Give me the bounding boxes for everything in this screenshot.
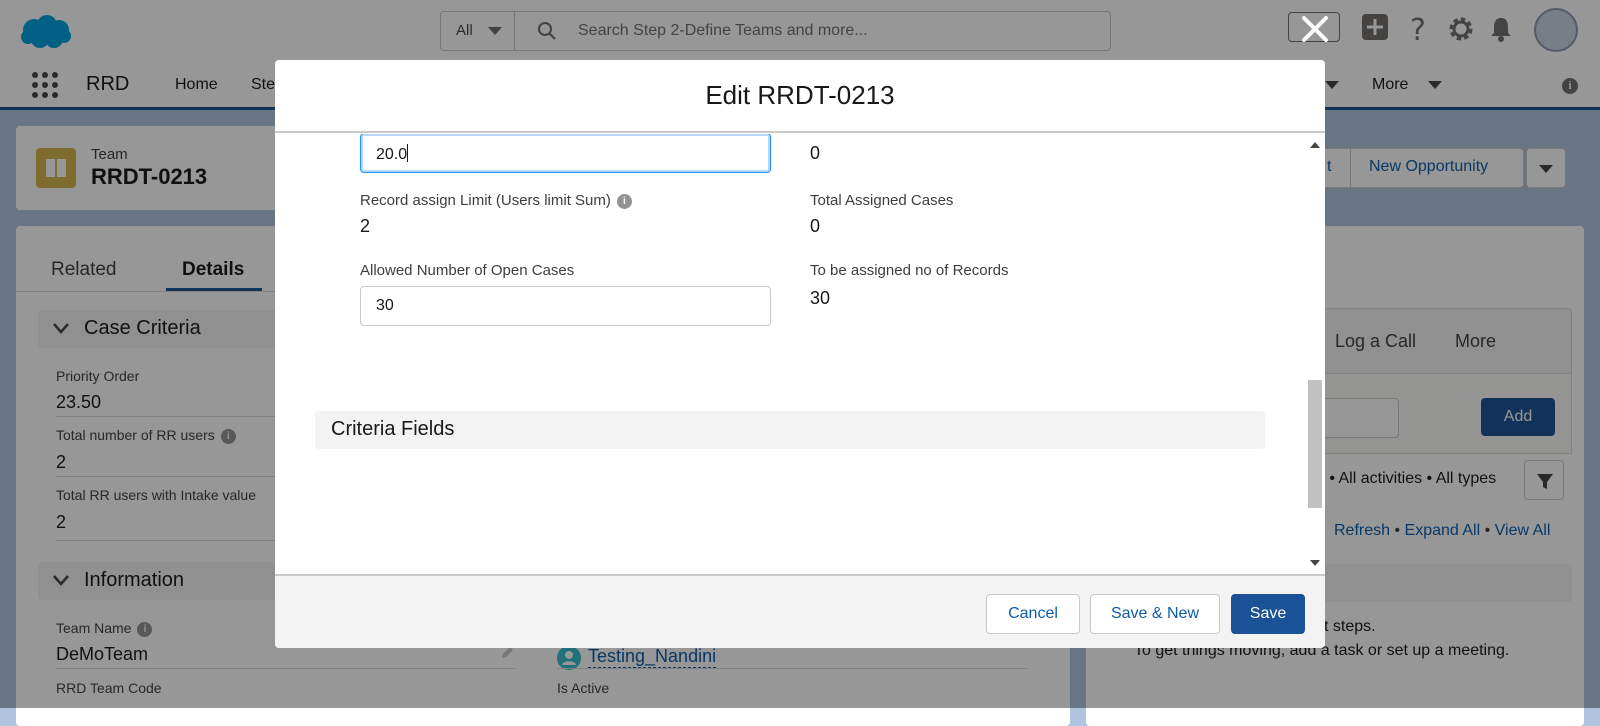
field-value: 2: [360, 216, 371, 236]
scroll-down-arrow-icon[interactable]: [1310, 560, 1320, 566]
field-label: To be assigned no of Records: [810, 262, 1009, 279]
scroll-up-arrow-icon[interactable]: [1310, 142, 1320, 148]
top-number-input[interactable]: 20.0: [360, 134, 771, 173]
modal-scrollbar[interactable]: [1305, 134, 1325, 574]
scrollbar-thumb[interactable]: [1308, 380, 1322, 508]
allowed-open-cases-input[interactable]: 30: [360, 286, 771, 326]
save-button[interactable]: Save: [1231, 594, 1305, 634]
section-criteria-fields[interactable]: Criteria Fields: [315, 411, 1265, 449]
modal-footer: Cancel Save & New Save: [275, 574, 1325, 648]
close-icon[interactable]: [1298, 12, 1332, 46]
text-cursor: [407, 144, 409, 162]
input-value: 30: [376, 297, 394, 314]
field-label: Record assign Limit (Users limit Sum) i: [360, 192, 632, 209]
cancel-button[interactable]: Cancel: [986, 594, 1080, 634]
field-label: Allowed Number of Open Cases: [360, 262, 575, 279]
save-new-button[interactable]: Save & New: [1090, 594, 1220, 634]
field-value: 0: [810, 143, 821, 163]
input-value: 20.0: [376, 146, 408, 163]
section-title: Criteria Fields: [331, 418, 455, 440]
field-value: 0: [810, 216, 821, 236]
field-label: Total Assigned Cases: [810, 192, 954, 209]
info-icon[interactable]: i: [616, 194, 632, 209]
modal-title: Edit RRDT-0213: [275, 60, 1325, 133]
modal-body: 20.0 0 Record assign Limit (Users limit …: [275, 134, 1325, 574]
edit-record-modal: Edit RRDT-0213 20.0 0 Record assign Limi…: [275, 60, 1325, 648]
field-value: 30: [810, 288, 831, 308]
